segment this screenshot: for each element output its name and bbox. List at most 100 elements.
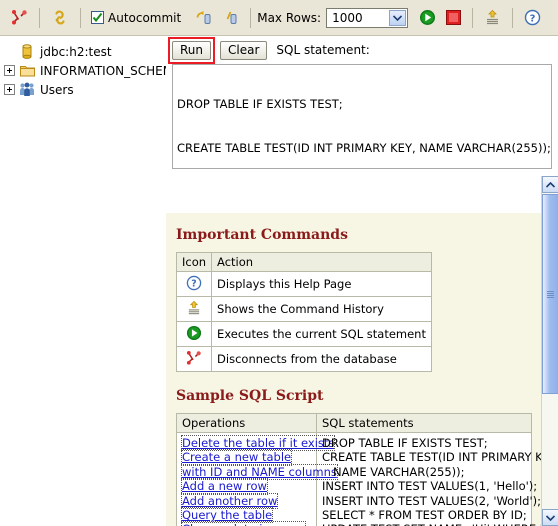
operation-link[interactable]: Create a new table (180, 449, 293, 466)
column-header-icon: Icon (175, 252, 213, 272)
op-line: with ID and NAME columns (181, 463, 338, 481)
scroll-down-button[interactable] (542, 509, 558, 526)
operation-link[interactable]: Query the table (180, 507, 274, 524)
cell-operations: Delete the table if it exists Create a n… (176, 431, 338, 526)
help-content: Important Commands Icon Action ? Display… (166, 213, 558, 526)
sql-command-bar: Run Clear SQL statement: (166, 37, 558, 64)
help-result-area: Important Commands Icon Action ? Display… (166, 213, 558, 526)
disconnect-icon (185, 349, 203, 367)
rollback-icon[interactable] (190, 6, 217, 30)
max-rows-label: Max Rows: (257, 10, 322, 25)
operation-link[interactable]: Add a new row (181, 478, 268, 495)
disconnect-icon[interactable] (6, 6, 33, 30)
op-line: Create a new table (180, 449, 311, 466)
op-line: Delete the table if it exists (180, 434, 336, 452)
check-icon (92, 12, 103, 23)
database-tree-panel[interactable]: jdbc:h2:test INFORMATION_SCHEMA U (0, 37, 166, 526)
run-green-play-icon (185, 324, 203, 342)
expand-plus-icon[interactable] (4, 84, 15, 95)
chevron-down-icon (545, 511, 556, 524)
thumb-grip-icon (547, 290, 554, 298)
autocommit-label: Autocommit (108, 10, 182, 25)
history-icon (185, 299, 203, 317)
sql-statement-line: INSERT INTO TEST VALUES(2, 'World'); (322, 493, 541, 508)
toolbar-separator-1 (39, 7, 40, 28)
run-button-wrapper: Run (168, 37, 216, 64)
cell-icon (175, 321, 213, 347)
sql-statement-line: SELECT * FROM TEST ORDER BY ID; (322, 508, 527, 523)
cell-action: Displays this Help Page (211, 271, 432, 297)
folder-icon (19, 63, 35, 79)
sql-statement-line: UPDATE TEST SET NAME='Hi' WHERE ID=1; (322, 522, 558, 526)
run-button[interactable]: Run (172, 40, 212, 60)
sql-statement-input[interactable]: DROP TABLE IF EXISTS TEST; CREATE TABLE … (172, 64, 552, 169)
cell-action: Shows the Command History (211, 296, 432, 322)
h2-console-window: Autocommit Max Rows: 1000 ? jdbc:h2:test… (0, 0, 558, 526)
sql-statement-line: CREATE TABLE TEST(ID INT PRIMARY KEY, (322, 450, 558, 465)
sql-line: DROP TABLE IF EXISTS TEST; (177, 97, 343, 112)
toolbar: Autocommit Max Rows: 1000 ? (0, 0, 558, 36)
database-cylinder-icon (19, 44, 35, 60)
operation-link[interactable]: Delete the table if it exists (180, 434, 336, 452)
sample-sql-table: Operations SQL statements Delete the tab… (176, 413, 558, 526)
table-header-row: Operations SQL statements (176, 413, 532, 433)
tree-item-users[interactable]: Users (4, 80, 166, 99)
op-line: Query the table (180, 507, 311, 524)
op-line: Add a new row (181, 478, 311, 495)
help-area-vertical-scrollbar[interactable] (541, 176, 558, 526)
scroll-up-button[interactable] (542, 176, 558, 193)
sample-script-title: Sample SQL Script (176, 388, 324, 404)
sql-statement-caption: SQL statement: (276, 43, 370, 57)
refresh-icon[interactable] (46, 6, 74, 30)
important-commands-table: Icon Action ? Displays this Help Page Sh… (175, 252, 432, 372)
svg-text:?: ? (530, 13, 536, 24)
clear-button[interactable]: Clear (220, 40, 268, 60)
svg-text:?: ? (191, 279, 196, 290)
history-icon[interactable] (479, 6, 506, 30)
main-content-panel: Run Clear SQL statement: DROP TABLE IF E… (166, 37, 558, 526)
help-question-icon: ? (185, 274, 203, 292)
autocommit-checkbox[interactable]: Autocommit (87, 11, 190, 25)
commit-icon[interactable] (217, 6, 244, 30)
cell-icon (175, 346, 213, 372)
cell-icon (175, 296, 213, 322)
expand-plus-icon[interactable] (4, 65, 15, 76)
stop-red-square-icon[interactable] (441, 6, 466, 30)
run-green-play-icon[interactable] (414, 6, 441, 30)
tree-item-users-label: Users (40, 82, 74, 97)
op-line: Add another row (180, 492, 311, 510)
cell-action: Executes the current SQL statement (211, 321, 432, 347)
table-row: Delete the table if it exists Create a n… (176, 431, 558, 526)
table-row: Executes the current SQL statement (175, 321, 432, 347)
help-question-icon[interactable]: ? (519, 6, 546, 30)
users-icon (19, 82, 35, 98)
sql-statement-line: INSERT INTO TEST VALUES(1, 'Hello'); (322, 479, 538, 494)
operation-link[interactable]: Add another row (180, 492, 279, 510)
chevron-down-icon[interactable] (389, 9, 407, 26)
table-header-row: Icon Action (175, 252, 432, 272)
tree-item-information-schema[interactable]: INFORMATION_SCHEMA (4, 61, 166, 80)
max-rows-select[interactable]: 1000 (326, 7, 409, 28)
op-line: Change data in a row (180, 521, 311, 526)
tree-item-connection-label: jdbc:h2:test (40, 44, 112, 59)
max-rows-value: 1000 (332, 10, 363, 25)
column-header-operations: Operations (176, 413, 317, 433)
cell-action: Disconnects from the database (211, 346, 432, 372)
table-row: Shows the Command History (175, 296, 432, 322)
important-commands-title: Important Commands (176, 227, 348, 243)
table-row: ? Displays this Help Page (175, 271, 432, 297)
cell-sql-statements: DROP TABLE IF EXISTS TEST; CREATE TABLE … (316, 431, 558, 526)
toolbar-separator-3 (250, 7, 252, 28)
scrollbar-thumb[interactable] (542, 194, 558, 394)
toolbar-separator-5 (512, 7, 514, 28)
operation-link[interactable]: with ID and NAME columns (181, 463, 338, 481)
operation-link[interactable]: Change data in a row (180, 521, 307, 526)
column-header-sql-statements: SQL statements (316, 413, 532, 433)
chevron-up-icon (545, 178, 556, 191)
autocommit-checkbox-box[interactable] (91, 11, 104, 24)
tree-item-connection[interactable]: jdbc:h2:test (4, 42, 166, 61)
toolbar-separator-4 (472, 7, 474, 28)
tree-item-information-schema-label: INFORMATION_SCHEMA (40, 63, 166, 78)
column-header-action: Action (211, 252, 432, 272)
table-row: Disconnects from the database (175, 346, 432, 372)
